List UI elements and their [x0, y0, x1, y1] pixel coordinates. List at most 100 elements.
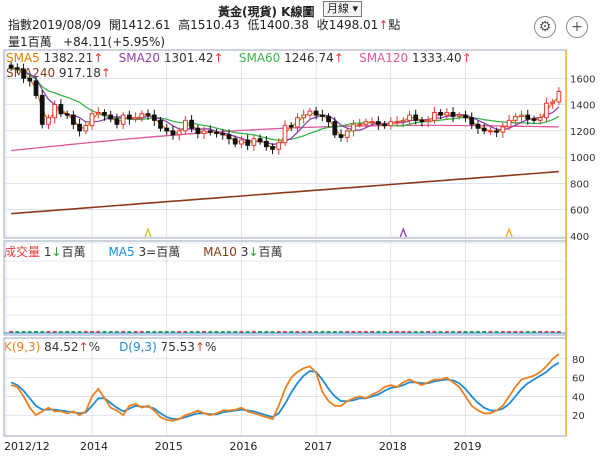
candle-body [276, 142, 282, 150]
candle-body [176, 130, 182, 136]
candle-body [52, 104, 58, 119]
candle-body [263, 140, 269, 148]
candle-body [425, 119, 431, 123]
x-tick-label: 2017 [304, 440, 332, 453]
k-line [10, 353, 560, 422]
candle-body [288, 125, 294, 128]
stock-chart[interactable]: 400 600 800 1000 1200 1400 1600 2012/12 2014 2015… [0, 0, 600, 456]
candle-body [21, 68, 26, 79]
candle-body [475, 123, 481, 129]
candle-body [407, 114, 412, 121]
candle-body [388, 121, 394, 127]
candle-body [239, 139, 244, 145]
candle-body [183, 119, 188, 132]
candle-body [419, 119, 425, 123]
candle-body [512, 115, 518, 121]
candle-body [351, 123, 356, 132]
candle-body [344, 130, 350, 138]
price-tick-label: 1600 [570, 74, 595, 85]
x-tick-label: 2016 [229, 440, 257, 453]
candle-body [544, 102, 549, 119]
candle-body [357, 123, 363, 126]
candle-body [506, 119, 512, 128]
x-tick-label: 2019 [454, 440, 482, 453]
candle-body [257, 138, 263, 142]
candle-body [363, 121, 369, 125]
kd-tick-label: 20 [572, 411, 585, 422]
candle-body [469, 117, 475, 125]
price-tick-label: 600 [570, 206, 589, 217]
candle-body [114, 118, 120, 125]
candle-body [120, 114, 126, 125]
kd-lines [10, 353, 560, 422]
candle-body [158, 119, 163, 129]
candle-body [282, 125, 288, 144]
candle-body [382, 123, 387, 127]
candle-body [83, 125, 89, 132]
candle-body [151, 114, 157, 121]
candle-body [251, 138, 257, 146]
candle-body [77, 123, 82, 132]
candle-body [39, 94, 45, 125]
price-tick-label: 1200 [570, 127, 595, 138]
candle-body [456, 114, 462, 117]
candle-body [319, 114, 325, 117]
candle-body [133, 117, 138, 120]
candle-body [413, 114, 419, 121]
candle-body [14, 67, 20, 70]
x-tick-label: 2018 [379, 440, 407, 453]
price-tick-label: 400 [570, 232, 589, 243]
candle-body [376, 121, 381, 125]
candle-body [170, 130, 176, 136]
candle-body [214, 131, 219, 134]
candle-body [232, 138, 238, 145]
candle-body [64, 113, 70, 116]
candle-body [58, 104, 64, 115]
price-tick-label: 1400 [570, 101, 595, 112]
candle-body [400, 119, 406, 123]
candle-body [438, 111, 443, 116]
candle-body [33, 80, 39, 96]
candle-body [207, 130, 213, 133]
candle-body [432, 111, 437, 121]
candle-body [8, 64, 14, 69]
candle-body [220, 132, 226, 136]
candle-body [95, 111, 101, 115]
x-tick-label: 2014 [80, 440, 108, 453]
candle-body [494, 130, 500, 133]
kd-tick-label: 60 [572, 374, 585, 385]
candle-body [195, 127, 201, 134]
candle-body [394, 121, 400, 124]
candle-body [463, 114, 468, 119]
candle-body [301, 114, 307, 119]
candle-body [450, 111, 456, 117]
candle-body [488, 130, 493, 133]
candle-body [201, 130, 207, 134]
candle-body [270, 146, 275, 150]
candle-body [326, 115, 331, 123]
candle-body [27, 77, 33, 82]
candle-body [338, 134, 344, 138]
sma240-line [11, 170, 559, 215]
candle-body [226, 134, 232, 140]
candle-body [332, 121, 338, 136]
candle-body [127, 114, 132, 120]
x-tick-label: 2012/12 [4, 440, 50, 453]
candle-body [556, 90, 562, 103]
candle-body [108, 114, 114, 120]
kd-tick-label: 40 [572, 392, 585, 403]
candle-body [70, 114, 76, 125]
candle-body [102, 111, 107, 116]
kd-panel [3, 337, 567, 437]
candle-body [537, 117, 543, 121]
x-tick-label: 2015 [155, 440, 183, 453]
candle-body [295, 117, 300, 128]
candle-body [46, 117, 51, 125]
candle-body [245, 139, 251, 146]
candle-body [164, 127, 170, 132]
volume-bars [4, 331, 566, 334]
candle-body [550, 101, 556, 104]
candle-body [139, 113, 145, 119]
candle-body [525, 114, 531, 120]
candle-body [531, 118, 537, 121]
